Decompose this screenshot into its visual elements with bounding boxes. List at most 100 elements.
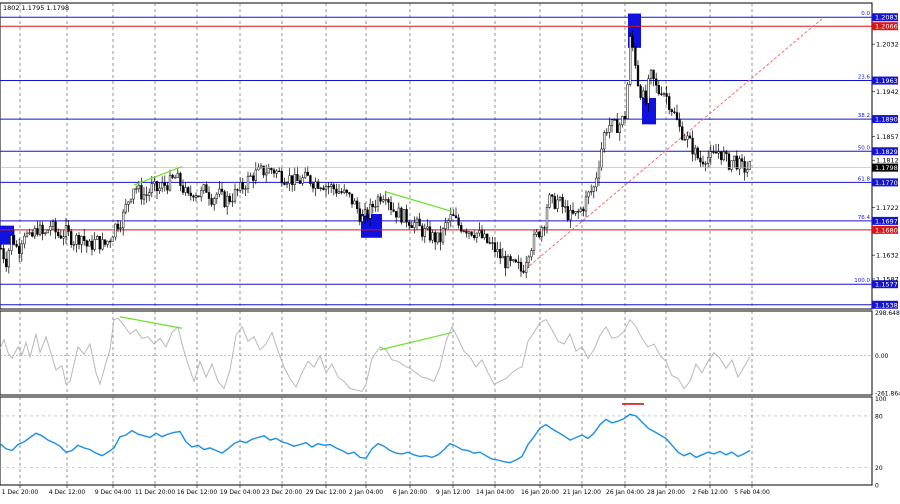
candle-body — [686, 135, 689, 140]
candle-body — [168, 174, 172, 191]
candle-body — [44, 232, 47, 235]
candle-body — [335, 188, 338, 194]
candle-body — [207, 192, 211, 199]
chart-canvas: 0.0 1.20831.2066 23.6 1.1963 38.2 1.1890 50.0 1… — [0, 0, 900, 500]
candle-body — [62, 236, 65, 239]
candle-body — [421, 225, 424, 237]
fib-label: 100.0 — [854, 278, 870, 284]
candle-body — [296, 173, 299, 181]
x-tick-label: 28 Jan 20:00 — [647, 489, 685, 496]
candle-body — [642, 90, 645, 98]
x-tick-label: 9 Jan 12:00 — [436, 489, 470, 496]
candle-body — [184, 187, 187, 193]
candle-body — [608, 125, 611, 133]
x-tick-label: 6 Jan 20:00 — [393, 489, 427, 496]
candle-body — [701, 161, 705, 165]
candle-body — [358, 208, 361, 222]
price-y-tick-label: 1.1857 — [876, 133, 899, 141]
candle-body — [387, 199, 390, 203]
candle-body — [283, 182, 286, 185]
candle-body — [457, 217, 460, 226]
candle-body — [376, 196, 380, 207]
candle-body — [314, 181, 317, 189]
candle-body — [127, 201, 130, 205]
candle-body — [577, 211, 580, 213]
candle-body — [72, 244, 75, 246]
candle-body — [202, 184, 205, 191]
fib-label: 23.6 — [858, 75, 871, 81]
candle-body — [77, 235, 81, 245]
candle-body — [454, 215, 458, 218]
price-y-tick-label: 1.1942 — [876, 88, 899, 96]
candle-body — [41, 224, 44, 235]
candle-body — [491, 242, 494, 244]
candle-body — [262, 165, 265, 176]
candle-body — [530, 250, 533, 258]
candle-body — [525, 262, 528, 273]
candle-body — [392, 209, 395, 212]
candle-body — [699, 157, 702, 163]
candle-body — [545, 207, 549, 229]
candle-body — [574, 211, 577, 214]
candle-body — [200, 190, 203, 198]
candle-body — [135, 188, 138, 190]
candle-body — [194, 195, 198, 198]
candle-body — [556, 199, 559, 209]
candle-body — [514, 259, 517, 263]
candle-body — [540, 227, 543, 238]
candle-body — [564, 206, 567, 208]
candle-body — [465, 230, 468, 234]
fib-label: 38.2 — [858, 113, 870, 119]
candle-body — [174, 177, 177, 179]
candle-body — [527, 256, 530, 263]
candle-body — [714, 152, 718, 154]
candle-body — [488, 242, 491, 244]
candle-body — [418, 218, 421, 227]
candle-body — [561, 197, 564, 208]
candle-body — [522, 270, 525, 273]
candle-body — [740, 158, 744, 162]
x-tick-label: 4 Dec 12:00 — [49, 489, 86, 496]
candle-body — [223, 191, 226, 207]
candle-body — [67, 225, 70, 232]
candle-body — [288, 175, 291, 184]
candle-body — [688, 135, 692, 139]
candle-body — [366, 209, 369, 219]
candle-body — [496, 249, 499, 253]
x-tick-label: 21 Jan 12:00 — [563, 489, 601, 496]
candle-body — [595, 177, 598, 188]
candle-body — [678, 119, 681, 127]
highlight-box — [361, 214, 382, 238]
candle-body — [249, 175, 252, 177]
candle-body — [49, 226, 52, 231]
candle-body — [683, 139, 686, 141]
candle-body — [743, 161, 746, 173]
candle-body — [124, 204, 127, 213]
candle-body — [439, 232, 442, 243]
candle-body — [28, 232, 31, 234]
candle-body — [98, 236, 101, 250]
x-tick-label: 5 Feb 04:00 — [734, 489, 770, 496]
rsi-y-tick-label: 100 — [875, 396, 887, 403]
candle-body — [470, 231, 473, 236]
ohlc-header: 1802 1.1795 1.1798 — [3, 4, 69, 12]
candle-body — [605, 132, 608, 134]
candle-body — [543, 227, 546, 229]
price-tag: 1.1890 — [875, 116, 898, 124]
candle-body — [673, 111, 676, 113]
candle-body — [361, 215, 364, 222]
candle-body — [356, 200, 359, 210]
candle-body — [501, 255, 504, 259]
candle-body — [538, 231, 541, 238]
candle-body — [150, 183, 153, 193]
candle-body — [298, 180, 302, 184]
candle-body — [189, 192, 192, 196]
candle-body — [597, 166, 601, 179]
candle-body — [205, 184, 208, 193]
candle-body — [382, 199, 385, 202]
candle-body — [101, 239, 104, 250]
candle-body — [75, 235, 78, 245]
candle-body — [340, 191, 343, 193]
x-tick-label: 19 Dec 04:00 — [220, 489, 261, 496]
candle-body — [15, 244, 18, 247]
